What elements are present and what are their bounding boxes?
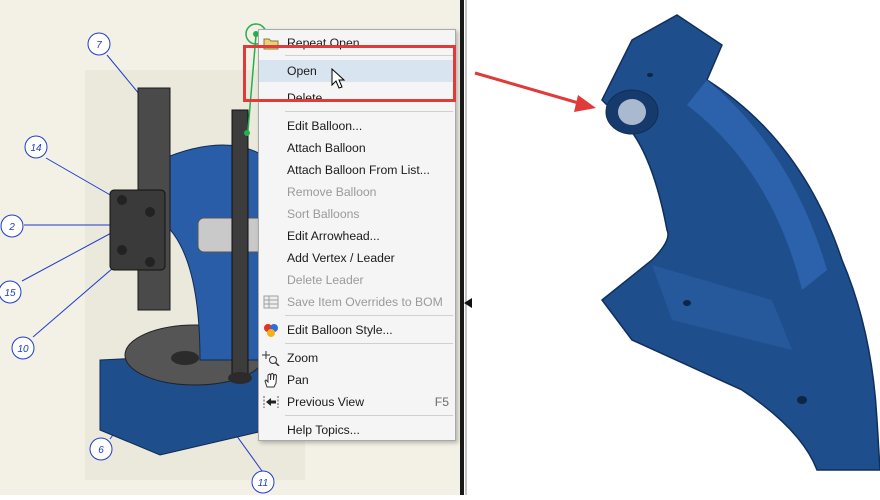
lead-screw[interactable] [231,109,249,381]
previous-view-icon [262,394,280,410]
ruler-marker [464,298,472,308]
svg-text:10: 10 [17,344,29,355]
menu-item-delete-leader[interactable]: Delete Leader [259,269,455,291]
pan-hand-icon [262,372,280,388]
balloon-15[interactable]: 15 [0,280,22,304]
svg-text:15: 15 [4,288,16,299]
menu-item-pan[interactable]: Pan [259,369,455,391]
menu-item-zoom[interactable]: Zoom [259,347,455,369]
mouse-pointer-icon [331,68,346,89]
balloon-11[interactable]: 11 [251,470,275,494]
menu-item-remove-balloon[interactable]: Remove Balloon [259,181,455,203]
part-preview-pane [472,0,880,495]
menu-separator [285,111,453,112]
style-palette-icon [262,322,280,338]
menu-separator [285,415,453,416]
balloon-14[interactable]: 14 [24,135,48,159]
zoom-icon [262,350,280,367]
svg-text:2: 2 [8,222,15,233]
menu-item-edit-balloon[interactable]: Edit Balloon... [259,115,455,137]
annotation-highlight-box [243,45,456,102]
menu-item-edit-arrowhead[interactable]: Edit Arrowhead... [259,225,455,247]
svg-text:7: 7 [96,40,102,51]
menu-item-save-item-overrides[interactable]: Save Item Overrides to BOM [259,291,455,313]
bom-table-icon [262,294,280,310]
svg-text:11: 11 [258,478,268,489]
menu-item-previous-view[interactable]: Previous View F5 [259,391,455,413]
menu-item-help-topics[interactable]: Help Topics... [259,419,455,441]
menu-separator [285,315,453,316]
balloon-10[interactable]: 10 [11,336,35,360]
balloon-2[interactable]: 2 [0,214,24,238]
menu-item-edit-balloon-style[interactable]: Edit Balloon Style... [259,319,455,341]
frame-body [600,14,880,471]
balloon-7[interactable]: 7 [87,32,111,56]
svg-text:14: 14 [30,143,42,154]
menu-item-sort-balloons[interactable]: Sort Balloons [259,203,455,225]
sheet-ruler [464,0,472,495]
menu-item-attach-balloon-from-list[interactable]: Attach Balloon From List... [259,159,455,181]
svg-text:6: 6 [98,445,104,456]
press-frame-part-render [600,14,880,471]
base-plate-hole [171,351,199,365]
balloon-6[interactable]: 6 [89,437,113,461]
menu-item-attach-balloon[interactable]: Attach Balloon [259,137,455,159]
menu-separator [285,343,453,344]
menu-item-add-vertex-leader[interactable]: Add Vertex / Leader [259,247,455,269]
bore-hole [618,99,646,125]
